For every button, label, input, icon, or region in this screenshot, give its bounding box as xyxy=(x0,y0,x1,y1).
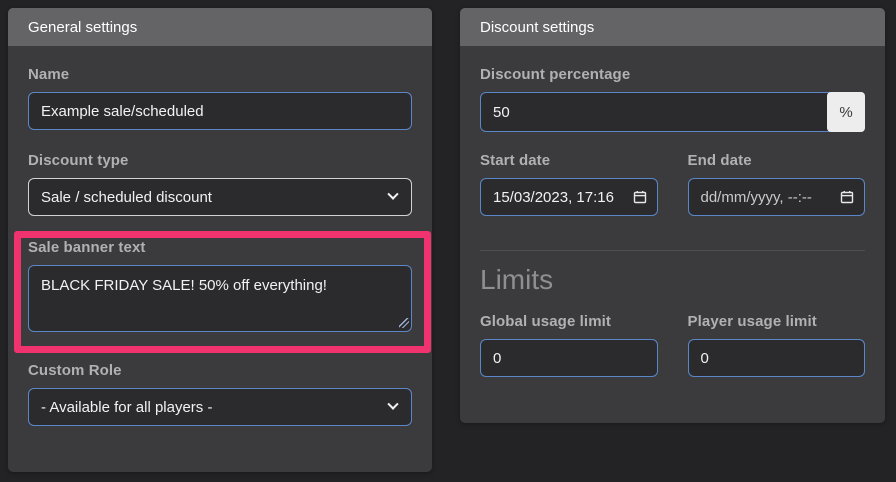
general-settings-header: General settings xyxy=(8,8,432,46)
sale-banner-textarea-wrap: BLACK FRIDAY SALE! 50% off everything! xyxy=(28,265,412,332)
discount-type-label: Discount type xyxy=(28,152,129,169)
custom-role-selected-value: - Available for all players - xyxy=(41,398,213,416)
discount-type-field-group: Discount type Sale / scheduled discount xyxy=(28,152,412,216)
name-label: Name xyxy=(28,66,70,83)
percentage-input-group: % xyxy=(480,92,865,132)
chevron-down-icon xyxy=(387,398,399,410)
name-input[interactable] xyxy=(28,92,412,130)
player-limit-field-group: Player usage limit xyxy=(687,313,865,377)
custom-role-field-group: Custom Role - Available for all players … xyxy=(28,362,412,426)
dates-row: Start date 15/03/2023, 17:16 End date dd… xyxy=(480,152,865,216)
discount-percentage-input[interactable] xyxy=(480,92,830,132)
percentage-field-group: Discount percentage % xyxy=(480,66,865,132)
custom-role-select[interactable]: - Available for all players - xyxy=(28,388,412,426)
chevron-down-icon xyxy=(387,188,399,200)
global-limit-field-group: Global usage limit xyxy=(480,313,658,377)
global-usage-limit-label: Global usage limit xyxy=(480,313,611,330)
start-date-label: Start date xyxy=(480,152,551,169)
general-settings-panel: General settings Name Discount type Sale… xyxy=(8,8,432,472)
start-date-field-group: Start date 15/03/2023, 17:16 xyxy=(480,152,658,216)
calendar-icon[interactable] xyxy=(840,190,854,204)
end-date-input[interactable]: dd/mm/yyyy, --:-- xyxy=(687,178,865,216)
limits-row: Global usage limit Player usage limit xyxy=(480,313,865,377)
end-date-label: End date xyxy=(687,152,752,169)
sale-banner-label: Sale banner text xyxy=(28,239,146,256)
discount-type-selected-value: Sale / scheduled discount xyxy=(41,188,212,206)
limits-heading: Limits xyxy=(480,264,554,295)
sale-banner-field-group: Sale banner text BLACK FRIDAY SALE! 50% … xyxy=(28,239,412,332)
general-settings-title: General settings xyxy=(28,18,138,36)
percent-suffix-addon: % xyxy=(827,92,865,132)
start-date-input[interactable]: 15/03/2023, 17:16 xyxy=(480,178,658,216)
custom-role-label: Custom Role xyxy=(28,362,122,379)
calendar-icon[interactable] xyxy=(633,190,647,204)
discount-settings-body: Discount percentage % Start date 15/03/2… xyxy=(460,46,885,397)
discount-settings-panel: Discount settings Discount percentage % … xyxy=(460,8,885,423)
discount-settings-title: Discount settings xyxy=(480,18,595,36)
player-usage-limit-label: Player usage limit xyxy=(687,313,817,330)
player-usage-limit-input[interactable] xyxy=(687,339,865,377)
name-field-group: Name xyxy=(28,66,412,130)
section-divider xyxy=(480,250,865,251)
discount-type-select[interactable]: Sale / scheduled discount xyxy=(28,178,412,216)
general-settings-body: Name Discount type Sale / scheduled disc… xyxy=(8,46,432,446)
start-date-value: 15/03/2023, 17:16 xyxy=(493,188,614,206)
end-date-field-group: End date dd/mm/yyyy, --:-- xyxy=(687,152,865,216)
end-date-placeholder: dd/mm/yyyy, --:-- xyxy=(700,188,812,206)
discount-percentage-label: Discount percentage xyxy=(480,66,631,83)
discount-settings-header: Discount settings xyxy=(460,8,885,46)
sale-banner-textarea[interactable]: BLACK FRIDAY SALE! 50% off everything! xyxy=(28,265,412,332)
global-usage-limit-input[interactable] xyxy=(480,339,658,377)
